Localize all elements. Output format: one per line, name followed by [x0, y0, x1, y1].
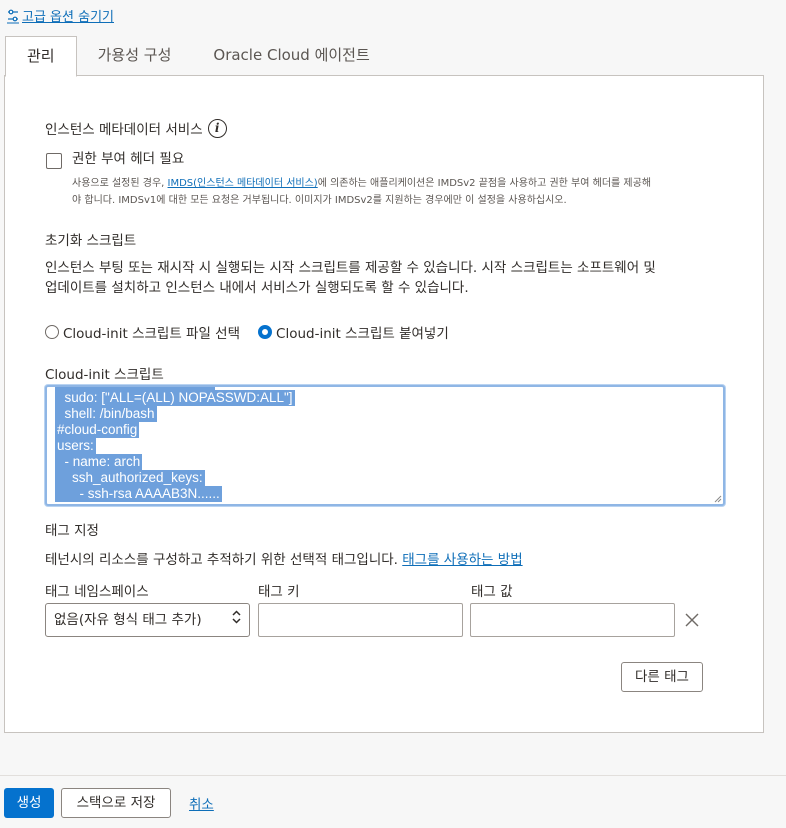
tagging-desc-text: 테넌시의 리소스를 구성하고 추적하기 위한 선택적 태그입니다. [45, 552, 403, 568]
tag-namespace-label: 태그 네임스페이스 [45, 584, 149, 600]
footer-divider [0, 775, 786, 776]
save-as-stack-button[interactable]: 스택으로 저장 [61, 788, 171, 818]
tag-value-input[interactable] [470, 603, 675, 637]
tab-oracle-cloud-agent[interactable]: Oracle Cloud 에이전트 [192, 36, 390, 76]
sliders-icon [6, 8, 20, 24]
radio-paste-script[interactable] [258, 325, 273, 339]
require-auth-header-label: 권한 부여 헤더 필요 [72, 151, 185, 167]
imds-description: 사용으로 설정된 경우, IMDS(인스턴스 메타데이터 서비스)에 의존하는 … [72, 175, 752, 209]
tag-value-label: 태그 값 [471, 584, 513, 600]
imds-desc-line2: 야 합니다. IMDSv1에 대한 모든 요청은 거부됩니다. 이미지가 IMD… [72, 195, 567, 206]
radio-file-select-label[interactable]: Cloud-init 스크립트 파일 선택 [63, 322, 240, 342]
code-line: #cloud-config [55, 422, 140, 438]
code-line: - name: arch [55, 454, 143, 470]
code-line: users: [55, 438, 96, 454]
tagging-description: 테넌시의 리소스를 구성하고 추적하기 위한 선택적 태그입니다. 태그를 사용… [45, 550, 523, 570]
tagging-help-link[interactable]: 태그를 사용하는 방법 [402, 552, 522, 568]
code-line: shell: /bin/bash [55, 406, 157, 422]
tag-namespace-select[interactable]: 없음(자유 형식 태그 추가) [45, 603, 250, 637]
another-tag-button[interactable]: 다른 태그 [621, 662, 703, 692]
tag-key-input[interactable] [258, 603, 463, 637]
tagging-heading: 태그 지정 [45, 523, 99, 539]
resize-handle-icon[interactable] [714, 495, 722, 503]
code-line: sudo: ["ALL=(ALL) NOPASSWD:ALL"] [55, 390, 295, 406]
init-script-description: 인스턴스 부팅 또는 재시작 시 실행되는 시작 스크립트를 제공할 수 있습니… [45, 258, 745, 298]
code-line: - ssh-rsa AAAAB3N...... [55, 486, 222, 502]
cloud-init-textarea[interactable]: sudo: ["ALL=(ALL) NOPASSWD:ALL"] shell: … [45, 385, 725, 506]
tab-availability-config[interactable]: 가용성 구성 [77, 36, 193, 76]
radio-group: Cloud-init 스크립트 파일 선택 Cloud-init 스크립트 붙여… [45, 322, 449, 342]
tag-namespace-value: 없음(자유 형식 태그 추가) [54, 612, 202, 628]
radio-paste-script-label[interactable]: Cloud-init 스크립트 붙여넣기 [276, 322, 449, 342]
remove-tag-icon[interactable] [685, 612, 699, 631]
imds-link[interactable]: IMDS(인스턴스 메타데이터 서비스) [168, 178, 318, 189]
init-script-heading: 초기화 스크립트 [45, 233, 137, 249]
radio-file-select[interactable] [45, 325, 59, 339]
updown-chevron-icon [232, 604, 241, 636]
hide-advanced-options-link[interactable]: 고급 옵션 숨기기 [6, 6, 114, 25]
imds-desc-prefix: 사용으로 설정된 경우, [72, 178, 168, 189]
hide-advanced-options-label[interactable]: 고급 옵션 숨기기 [22, 6, 114, 25]
imds-heading: 인스턴스 메타데이터 서비스 i [45, 118, 227, 138]
tab-management[interactable]: 관리 [5, 36, 77, 77]
init-desc-line2: 업데이트를 설치하고 인스턴스 내에서 서비스가 실행되도록 할 수 있습니다. [45, 280, 469, 296]
create-button[interactable]: 생성 [4, 788, 54, 818]
require-auth-header-checkbox[interactable] [46, 153, 62, 169]
imds-desc-suffix: 에 의존하는 애플리케이션은 IMDSv2 끝점을 사용하고 권한 부여 헤더를… [317, 178, 652, 189]
imds-heading-text: 인스턴스 메타데이터 서비스 [45, 122, 203, 138]
management-panel: 인스턴스 메타데이터 서비스 i 권한 부여 헤더 필요 사용으로 설정된 경우… [4, 75, 764, 733]
code-line: ssh_authorized_keys: [55, 470, 205, 486]
cloud-init-field-label: Cloud-init 스크립트 [45, 367, 164, 383]
tag-key-label: 태그 키 [258, 584, 300, 600]
cancel-link[interactable]: 취소 [189, 793, 214, 813]
info-icon[interactable]: i [207, 118, 227, 138]
init-desc-line1: 인스턴스 부팅 또는 재시작 시 실행되는 시작 스크립트를 제공할 수 있습니… [45, 260, 656, 276]
tab-bar: 관리 가용성 구성 Oracle Cloud 에이전트 [5, 36, 391, 77]
